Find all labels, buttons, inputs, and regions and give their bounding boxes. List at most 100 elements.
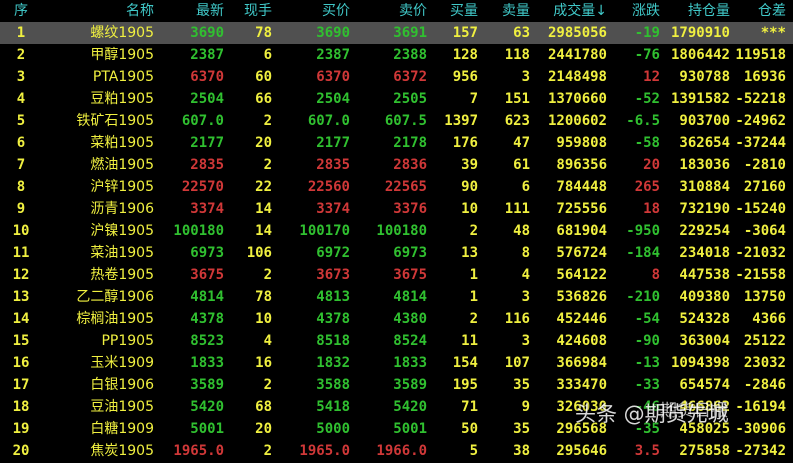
cell-ask: 5001 [393,421,427,437]
cell-ask: 4814 [393,289,427,305]
cell-volume: 1370660 [547,91,607,107]
table-row[interactable]: 10 沪镍1905 100180 14 100170 100180 2 48 681904 -95… [0,220,793,242]
cell-oi-change: 25122 [743,333,786,349]
table-row[interactable]: 7 燃油1905 2835 2 2835 2836 39 61 896356 20 183036 -2… [0,154,793,176]
cell-name: 沪锌1905 [90,179,154,195]
cell-cur-vol: 78 [255,25,272,41]
cell-name: 棕榈油1905 [76,311,154,327]
table-row[interactable]: 11 菜油1905 6973 106 6972 6973 13 8 576724 -184 2340… [0,242,793,264]
cell-last: 100180 [173,223,224,239]
cell-ask: 6372 [393,69,427,85]
table-row[interactable]: 17 白银1906 3589 2 3588 3589 195 35 333470 -33 65457… [0,374,793,396]
cell-bid: 2177 [316,135,350,151]
cell-change: -184 [626,245,660,261]
header-open-interest[interactable]: 持仓量 [662,0,730,22]
header-volume[interactable]: 成交量↓ [532,0,607,22]
cell-oi-change: -30906 [735,421,786,437]
cell-open-interest: 362654 [679,135,730,151]
header-last[interactable]: 最新 [160,0,224,22]
table-row[interactable]: 6 菜粕1905 2177 20 2177 2178 176 47 959808 -58 36265… [0,132,793,154]
table-row[interactable]: 1 螺纹1905 3690 78 3690 3691 157 63 2985056 -19 1790… [0,22,793,44]
cell-seq: 6 [16,135,26,151]
cell-last: 3690 [190,25,224,41]
header-bid-vol[interactable]: 买量 [430,0,478,22]
cell-bid: 607.0 [307,113,350,129]
header-ask-vol[interactable]: 卖量 [482,0,530,22]
cell-open-interest: 275858 [679,443,730,459]
header-seq[interactable]: 序 [0,0,42,22]
cell-bid: 2835 [316,157,350,173]
header-bid[interactable]: 买价 [280,0,350,22]
cell-open-interest: 1391582 [670,91,730,107]
cell-seq: 17 [12,377,30,393]
table-row[interactable]: 15 PP1905 8523 4 8518 8524 11 3 424608 -90 363004 2… [0,330,793,352]
cell-bid: 4378 [316,311,350,327]
cell-oi-change: 119518 [735,47,786,63]
cell-ask-vol: 61 [513,157,530,173]
cell-bid-vol: 2 [469,311,478,327]
cell-ask: 100180 [376,223,427,239]
cell-bid-vol: 128 [452,47,478,63]
cell-name: 菜油1905 [90,245,154,261]
table-row[interactable]: 14 棕榈油1905 4378 10 4378 4380 2 116 452446 -54 5243… [0,308,793,330]
table-row[interactable]: 2 甲醇1905 2387 6 2387 2388 128 118 2441780 -76 1806… [0,44,793,66]
cell-name: 铁矿石1905 [76,113,154,129]
table-row[interactable]: 12 热卷1905 3675 2 3673 3675 1 4 564122 8 447538 -215… [0,264,793,286]
cell-oi-change: 13750 [743,289,786,305]
cell-open-interest: 903700 [679,113,730,129]
table-row[interactable]: 13 乙二醇1906 4814 78 4813 4814 1 3 536826 -210 40938… [0,286,793,308]
cell-bid: 22560 [307,179,350,195]
cell-ask: 3376 [393,201,427,217]
cell-change: -52 [634,91,660,107]
header-ask[interactable]: 卖价 [355,0,427,22]
header-name[interactable]: 名称 [60,0,154,22]
cell-last: 6370 [190,69,224,85]
table-row[interactable]: 16 玉米1909 1833 16 1832 1833 154 107 366984 -13 109… [0,352,793,374]
cell-last: 4814 [190,289,224,305]
cell-change: 20 [643,157,660,173]
cell-seq: 1 [16,25,26,41]
header-cur-vol[interactable]: 现手 [228,0,272,22]
cell-bid-vol: 39 [461,157,478,173]
table-row[interactable]: 8 沪锌1905 22570 22 22560 22565 90 6 784448 265 3108… [0,176,793,198]
cell-open-interest: 930788 [679,69,730,85]
cell-oi-change: -24962 [735,113,786,129]
cell-seq: 5 [16,113,26,129]
table-row[interactable]: 3 PTA1905 6370 60 6370 6372 956 3 2148498 12 93078… [0,66,793,88]
cell-bid-vol: 956 [452,69,478,85]
cell-oi-change: -21558 [735,267,786,283]
cell-open-interest: 310884 [679,179,730,195]
cell-bid-vol: 176 [452,135,478,151]
cell-ask: 4380 [393,311,427,327]
cell-bid-vol: 7 [469,91,478,107]
cell-cur-vol: 14 [255,223,272,239]
table-row[interactable]: 20 焦炭1905 1965.0 2 1965.0 1966.0 5 38 295646 3.5 2… [0,440,793,462]
cell-open-interest: 1094398 [670,355,730,371]
cell-cur-vol: 106 [246,245,272,261]
cell-oi-change: 4366 [752,311,786,327]
cell-open-interest: 409380 [679,289,730,305]
cell-oi-change: -3064 [743,223,786,239]
cell-bid-vol: 157 [452,25,478,41]
cell-ask-vol: 35 [513,421,530,437]
cell-bid: 1965.0 [299,443,350,459]
cell-ask-vol: 3 [521,289,530,305]
cell-last: 8523 [190,333,224,349]
cell-seq: 18 [12,399,30,415]
cell-ask: 607.5 [384,113,427,129]
header-oi-change[interactable]: 仓差 [732,0,786,22]
cell-open-interest: 447538 [679,267,730,283]
cell-ask-vol: 3 [521,69,530,85]
table-row[interactable]: 9 沥青1906 3374 14 3374 3376 10 111 725556 18 732190… [0,198,793,220]
table-row[interactable]: 5 铁矿石1905 607.0 2 607.0 607.5 1397 623 1200602 -6… [0,110,793,132]
table-row[interactable]: 4 豆粕1905 2504 66 2504 2505 7 151 1370660 -52 13915… [0,88,793,110]
cell-ask: 2836 [393,157,427,173]
cell-open-interest: 524328 [679,311,730,327]
cell-last: 2835 [190,157,224,173]
cell-cur-vol: 20 [255,135,272,151]
cell-ask: 1833 [393,355,427,371]
cell-volume: 295646 [556,443,607,459]
cell-bid: 4813 [316,289,350,305]
header-change[interactable]: 涨跌 [610,0,660,22]
cell-ask-vol: 107 [504,355,530,371]
